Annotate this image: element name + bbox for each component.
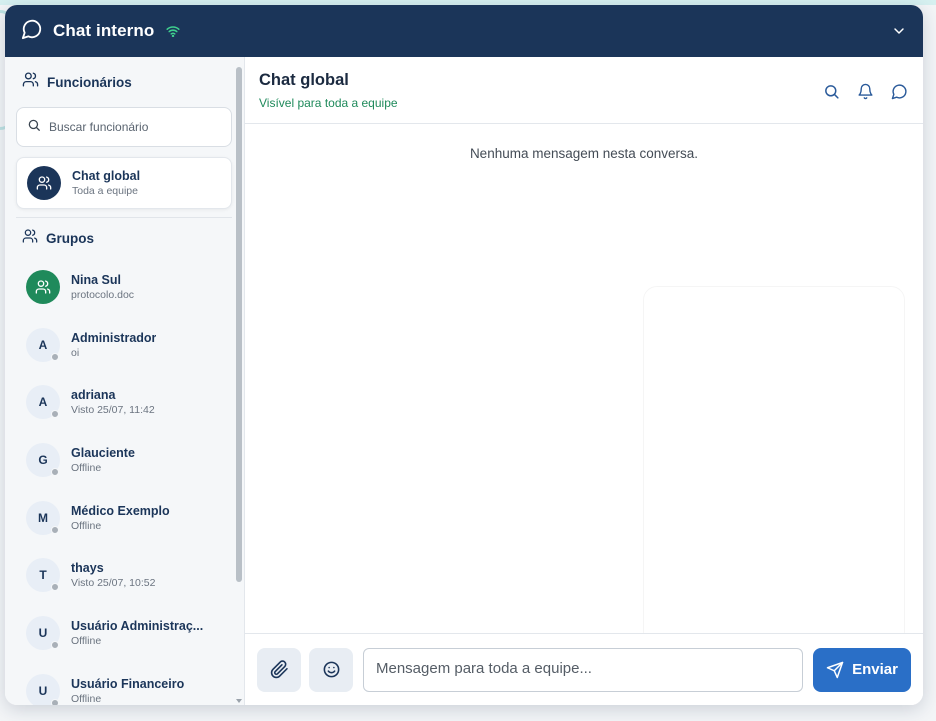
sidebar: Funcionários Chat global Toda a equipe <box>5 57 245 705</box>
contact-item-usuario-administracao[interactable]: U Usuário Administraç... Offline <box>16 604 232 662</box>
avatar: A <box>26 327 60 362</box>
send-icon <box>826 661 844 678</box>
employees-header: Funcionários <box>16 57 232 107</box>
avatar: M <box>26 500 60 535</box>
offline-dot <box>51 583 59 592</box>
avatar-initial: A <box>38 395 48 410</box>
offline-dot <box>51 640 59 649</box>
groups-label: Grupos <box>46 230 95 246</box>
groups-header: Grupos <box>16 218 232 258</box>
contact-list: Nina Sul protocolo.doc A Administrador o… <box>16 258 232 705</box>
avatar-initial: A <box>38 337 48 352</box>
attach-button[interactable] <box>257 647 301 692</box>
group-avatar <box>26 269 60 304</box>
contact-status: Visto 25/07, 11:42 <box>71 404 155 417</box>
avatar: U <box>26 615 60 650</box>
global-chat-name: Chat global <box>72 169 141 183</box>
contact-name: thays <box>71 561 104 576</box>
contact-name: adriana <box>71 388 116 403</box>
users-icon <box>22 71 39 93</box>
send-label: Enviar <box>852 661 898 678</box>
contact-item-thays[interactable]: T thays Visto 25/07, 10:52 <box>16 546 232 604</box>
chat-header: Chat global Visível para toda a equipe <box>245 57 923 124</box>
contact-status: protocolo.doc <box>71 288 135 301</box>
offline-dot <box>51 410 59 419</box>
contact-status: oi <box>71 346 80 359</box>
offline-dot <box>51 525 59 534</box>
employee-search[interactable] <box>16 107 232 147</box>
search-icon <box>27 118 41 137</box>
chat-widget: Chat interno Funcionários Buscar funcion… <box>5 5 923 705</box>
background-ghost-panel <box>643 286 905 633</box>
global-chat-avatar <box>27 166 61 200</box>
scroll-down-arrow-icon[interactable] <box>236 699 242 703</box>
empty-conversation-message: Nenhuma mensagem nesta conversa. <box>469 146 699 161</box>
contact-name: Administrador <box>71 330 157 345</box>
avatar: U <box>26 673 60 705</box>
chat-main: Chat global Visível para toda a equipe N… <box>245 57 923 705</box>
contact-status: Visto 25/07, 10:52 <box>71 577 156 590</box>
contact-name: Médico Exemplo <box>71 503 170 518</box>
message-input[interactable] <box>363 647 803 692</box>
emoji-button[interactable] <box>309 647 353 692</box>
paperclip-icon <box>270 660 288 679</box>
bell-icon[interactable] <box>855 81 875 101</box>
contact-status: Offline <box>71 461 102 474</box>
contact-item-glauciente[interactable]: G Glauciente Offline <box>16 431 232 489</box>
global-chat-sub: Toda a equipe <box>72 185 138 197</box>
message-area: Nenhuma mensagem nesta conversa. <box>245 124 923 633</box>
sidebar-scrollbar[interactable] <box>236 67 242 582</box>
smiley-icon <box>323 661 339 678</box>
search-input[interactable] <box>49 120 209 134</box>
offline-dot <box>51 467 59 476</box>
chat-bubble-icon[interactable] <box>889 81 909 101</box>
chat-bubble-icon <box>21 18 43 45</box>
avatar-initial: G <box>38 452 48 467</box>
avatar-initial: M <box>38 510 48 525</box>
contact-name: Glauciente <box>71 445 135 460</box>
chat-topbar: Chat interno <box>5 5 923 57</box>
contact-item-usuario-financeiro[interactable]: U Usuário Financeiro Offline <box>16 662 232 705</box>
contact-status: Offline <box>71 634 102 647</box>
contact-name: Usuário Financeiro <box>71 676 185 691</box>
offline-dot <box>51 352 59 361</box>
send-button[interactable]: Enviar <box>813 647 911 692</box>
avatar-initial: U <box>38 625 48 640</box>
contact-name: Usuário Administraç... <box>71 618 204 633</box>
contact-item-nina-sul[interactable]: Nina Sul protocolo.doc <box>16 258 232 316</box>
avatar-initial: U <box>38 683 48 698</box>
collapse-chevron-icon[interactable] <box>891 23 907 39</box>
global-chat-item[interactable]: Chat global Toda a equipe <box>16 157 232 209</box>
avatar: G <box>26 442 60 477</box>
contact-name: Nina Sul <box>71 272 122 287</box>
message-composer: Enviar <box>245 633 923 705</box>
wifi-icon <box>166 25 180 37</box>
users-icon <box>35 280 51 294</box>
offline-dot <box>51 698 59 705</box>
contact-item-administrador[interactable]: A Administrador oi <box>16 316 232 374</box>
avatar-initial: T <box>39 568 47 583</box>
contact-item-adriana[interactable]: A adriana Visto 25/07, 11:42 <box>16 373 232 431</box>
chat-subtitle: Visível para toda a equipe <box>259 96 398 110</box>
employees-label: Funcionários <box>47 74 132 90</box>
search-icon[interactable] <box>821 81 841 101</box>
avatar: T <box>26 558 60 593</box>
users-icon <box>22 228 38 249</box>
contact-item-medico-exemplo[interactable]: M Médico Exemplo Offline <box>16 489 232 547</box>
chat-title: Chat global <box>259 71 349 89</box>
avatar: A <box>26 385 60 420</box>
contact-status: Offline <box>71 519 102 532</box>
contact-status: Offline <box>71 692 102 705</box>
users-icon <box>36 176 52 190</box>
chat-widget-title: Chat interno <box>53 21 155 40</box>
